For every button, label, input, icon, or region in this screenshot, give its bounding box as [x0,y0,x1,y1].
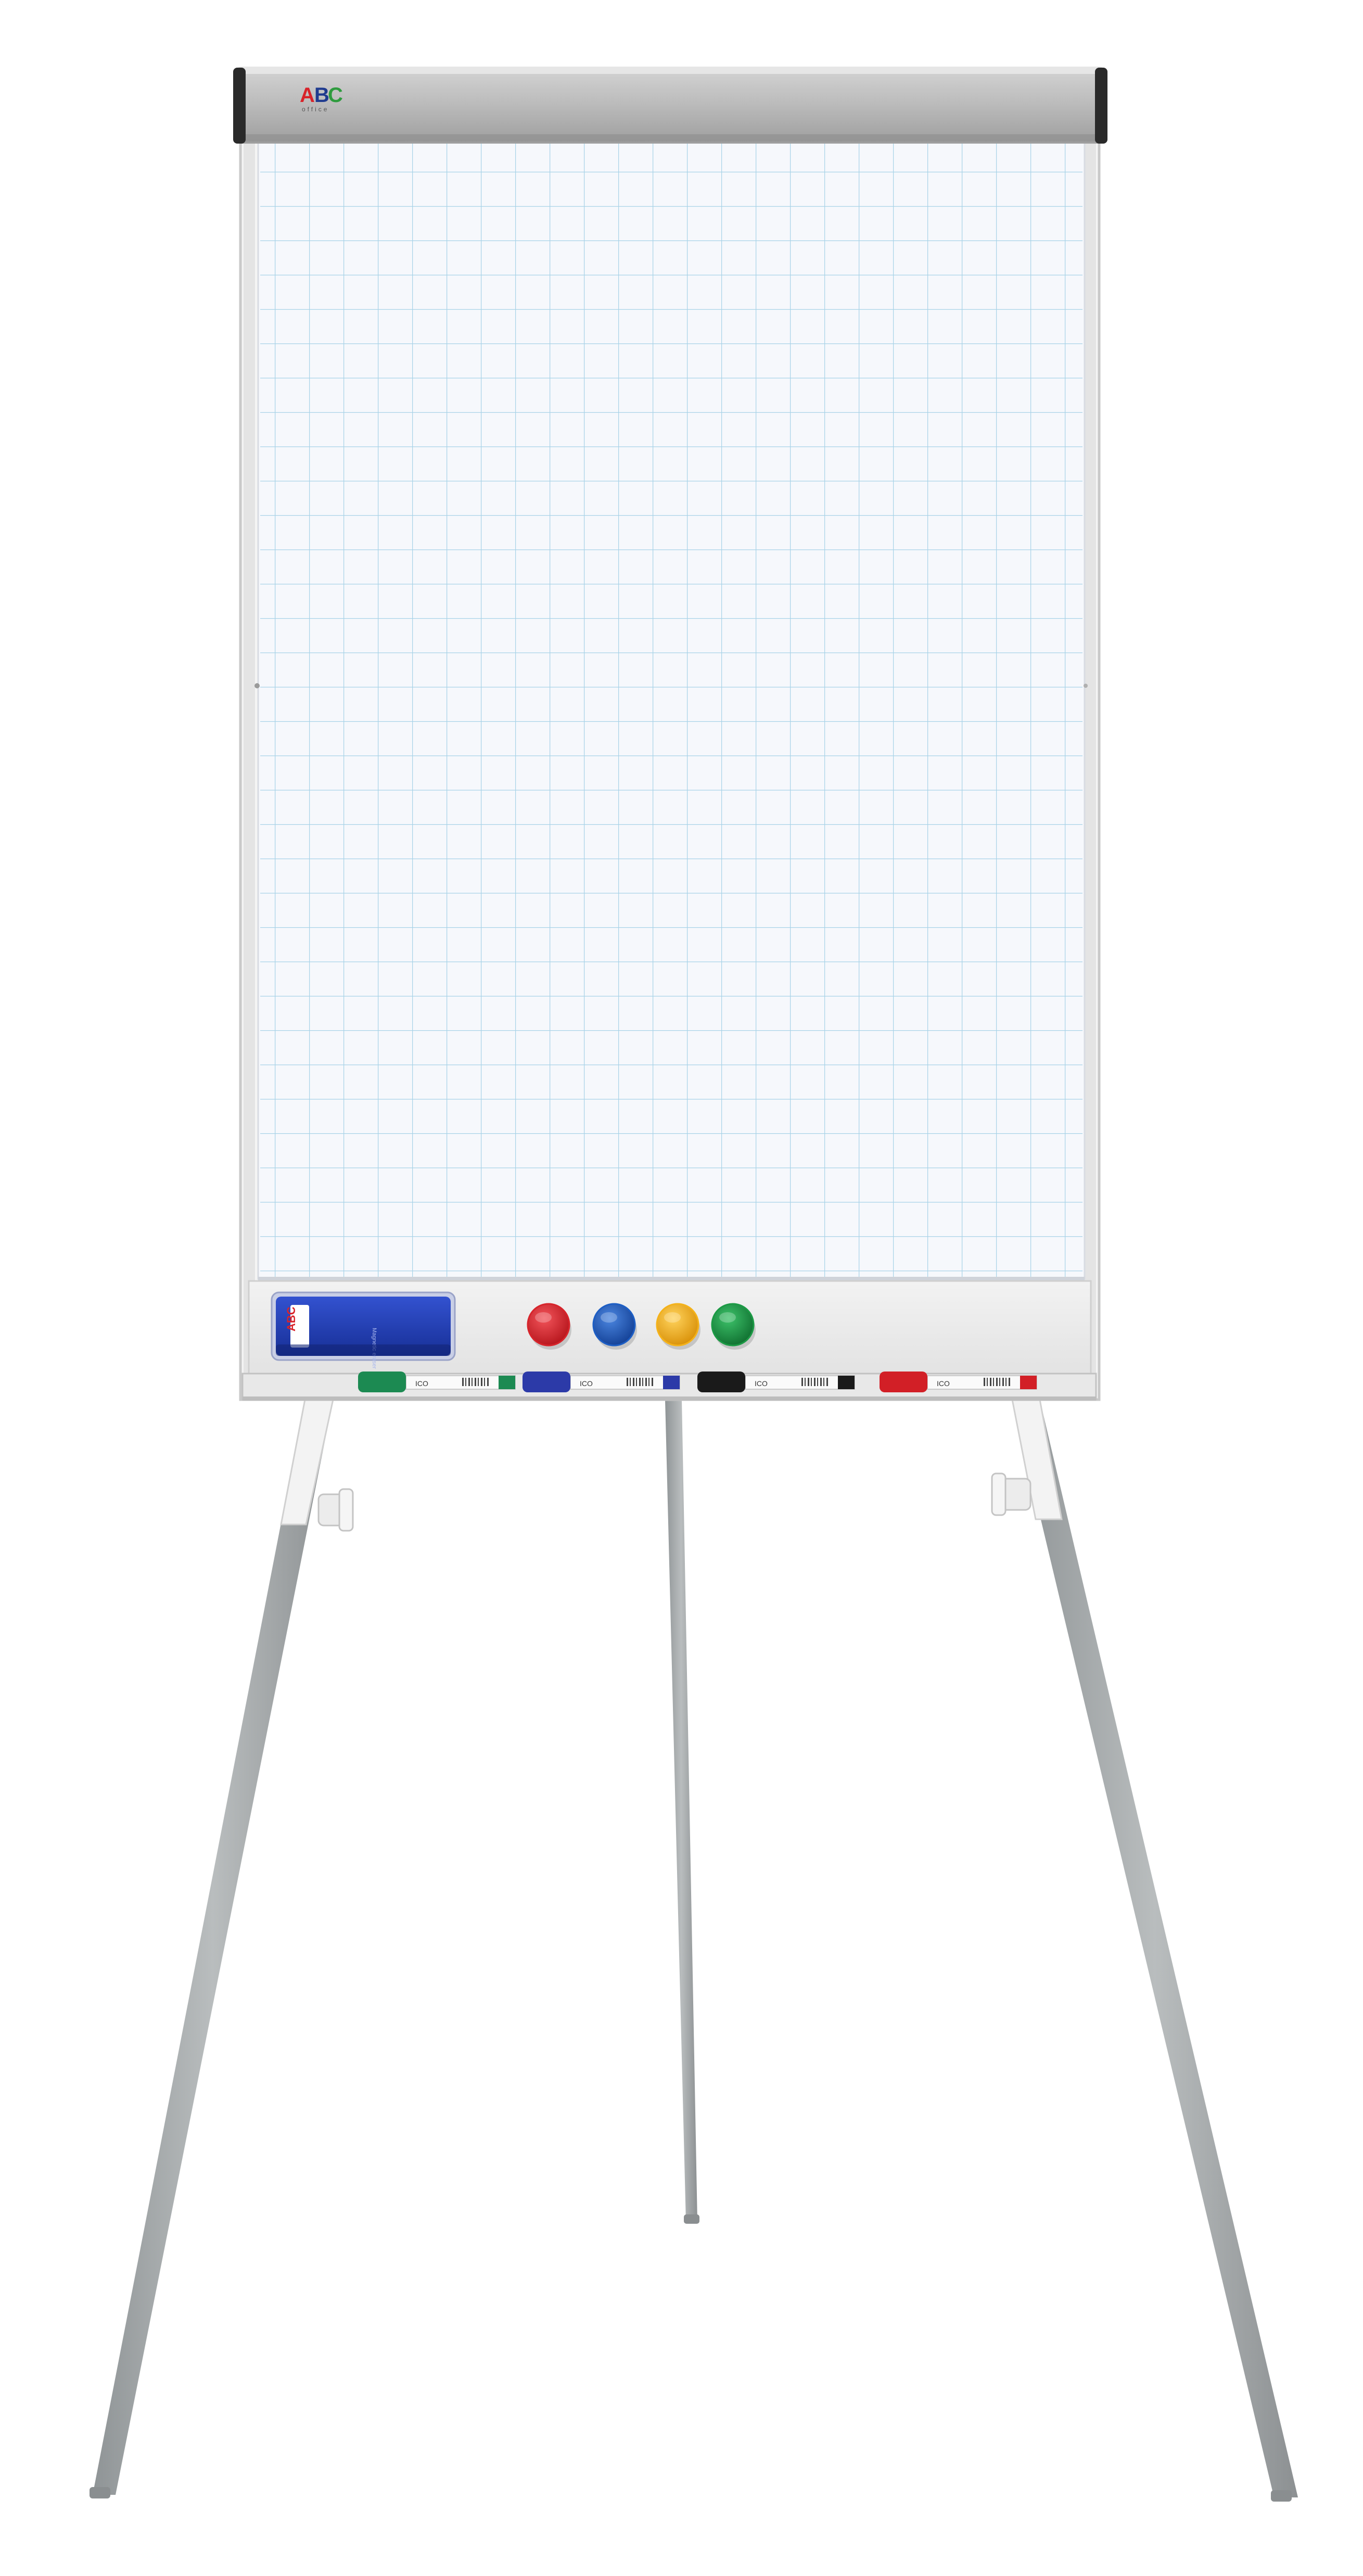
flipchart-board: A B C office ABC Magnetic eraser ICO ICO I… [233,67,1107,1401]
marker-label: ICO [580,1379,593,1388]
center-leg-foot [684,2214,699,2224]
stand [90,1399,1298,2502]
marker-label: ICO [755,1379,768,1388]
logo-letter-b: B [314,84,329,107]
header-bar[interactable] [233,67,1107,144]
right-leg-clamp [991,1472,1031,1516]
logo-letter-c: C [328,84,343,107]
logo-tagline: office [302,106,329,113]
flipchart-scene: A B C office ABC Magnetic eraser ICO ICO I… [90,67,1298,2502]
left-leg [93,1400,333,2495]
eraser[interactable]: ABC Magnetic eraser [271,1291,456,1369]
marker-label: ICO [937,1379,950,1388]
left-leg-foot [90,2487,110,2498]
header-left-cap [233,68,246,144]
left-leg-clamp [317,1488,354,1532]
logo-letter-a: A [300,84,315,107]
marker-label: ICO [415,1379,428,1388]
tray: ABC Magnetic eraser ICO ICO ICO ICO [241,1280,1097,1401]
right-leg [1012,1400,1298,2497]
paper-grid [260,144,1082,1277]
eraser-logo-a: ABC [285,1306,298,1331]
right-leg-foot [1271,2490,1292,2502]
center-leg [665,1400,697,2222]
header-right-cap [1095,68,1107,144]
